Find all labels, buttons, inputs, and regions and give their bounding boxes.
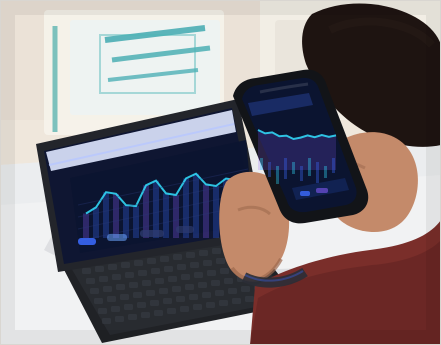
keyboard-key	[94, 298, 103, 304]
keyboard-key	[95, 266, 104, 272]
keyboard-key	[207, 270, 216, 276]
tablet-chart-bar	[163, 193, 169, 238]
keyboard-key	[147, 258, 156, 264]
keyboard-key	[190, 262, 199, 268]
keyboard-key	[112, 274, 121, 280]
phone-chart-bar	[300, 166, 303, 181]
phone-chart-bar	[316, 162, 319, 183]
keyboard-key	[219, 300, 228, 306]
keyboard-key	[172, 286, 181, 292]
keyboard-key	[154, 310, 163, 316]
keyboard-key	[124, 304, 133, 310]
keyboard-key	[133, 292, 142, 298]
keyboard-key	[189, 294, 198, 300]
keyboard-key	[137, 302, 146, 308]
phone-chart-bar	[308, 158, 311, 176]
keyboard-key	[228, 288, 237, 294]
keyboard-key	[198, 282, 207, 288]
keyboard-key	[111, 306, 120, 312]
keyboard-key	[90, 288, 99, 294]
keyboard-key	[203, 260, 212, 266]
keyboard-key	[211, 280, 220, 286]
keyboard-key	[103, 286, 112, 292]
keyboard-key	[206, 302, 215, 308]
keyboard-key	[107, 296, 116, 302]
phone-chart-bar	[324, 166, 327, 178]
keyboard-key	[146, 290, 155, 296]
tablet-chart-bar	[203, 184, 209, 238]
keyboard-key	[141, 312, 150, 318]
tablet-chart-bar	[93, 207, 99, 238]
tablet-chart-bar	[123, 205, 129, 238]
keyboard-key	[216, 258, 225, 264]
keyboard-key	[128, 314, 137, 320]
keyboard-key	[202, 292, 211, 298]
keyboard-key	[194, 272, 203, 278]
keyboard-key	[155, 278, 164, 284]
keyboard-key	[115, 316, 124, 322]
keyboard-key	[232, 298, 241, 304]
keyboard-key	[181, 274, 190, 280]
keyboard-key	[180, 306, 189, 312]
keyboard-key	[108, 264, 117, 270]
keyboard-key	[138, 270, 147, 276]
phone-chart-bar	[292, 162, 295, 174]
keyboard-key	[125, 272, 134, 278]
keyboard-key	[212, 248, 221, 254]
keyboard-key	[168, 276, 177, 282]
photo-frame	[0, 0, 441, 345]
keyboard-key	[193, 304, 202, 310]
keyboard-key	[120, 294, 129, 300]
phone-chart-bar	[284, 158, 287, 179]
keyboard-key	[82, 268, 91, 274]
keyboard-key	[241, 286, 250, 292]
phone-chart-bar	[276, 166, 279, 184]
keyboard-key	[142, 280, 151, 286]
keyboard-key	[86, 278, 95, 284]
keyboard-key	[102, 318, 111, 324]
keyboard-key	[150, 300, 159, 306]
photo-scene	[0, 0, 441, 345]
keyboard-key	[129, 282, 138, 288]
keyboard-key	[164, 266, 173, 272]
phone-chart-bar	[332, 158, 335, 173]
keyboard-key	[176, 296, 185, 302]
keyboard-key	[134, 260, 143, 266]
keyboard-key	[116, 284, 125, 290]
keyboard-key	[167, 308, 176, 314]
keyboard-key	[121, 262, 130, 268]
tablet-chart-bar	[133, 206, 139, 238]
keyboard-key	[99, 276, 108, 282]
keyboard-key	[199, 250, 208, 256]
keyboard-key	[224, 278, 233, 284]
phone-chart-bar	[260, 158, 263, 170]
keyboard-key	[159, 288, 168, 294]
keyboard-key	[186, 252, 195, 258]
keyboard-key	[160, 256, 169, 262]
keyboard-key	[215, 290, 224, 296]
tablet-chart-bar	[113, 193, 119, 238]
keyboard-key	[98, 308, 107, 314]
keyboard-key	[163, 298, 172, 304]
phone-chart-bar	[268, 162, 271, 177]
keyboard-key	[151, 268, 160, 274]
keyboard-key	[185, 284, 194, 290]
keyboard-key	[245, 296, 254, 302]
keyboard-key	[220, 268, 229, 274]
keyboard-key	[173, 254, 182, 260]
keyboard-key	[177, 264, 186, 270]
tablet-chart-bar	[83, 213, 89, 238]
